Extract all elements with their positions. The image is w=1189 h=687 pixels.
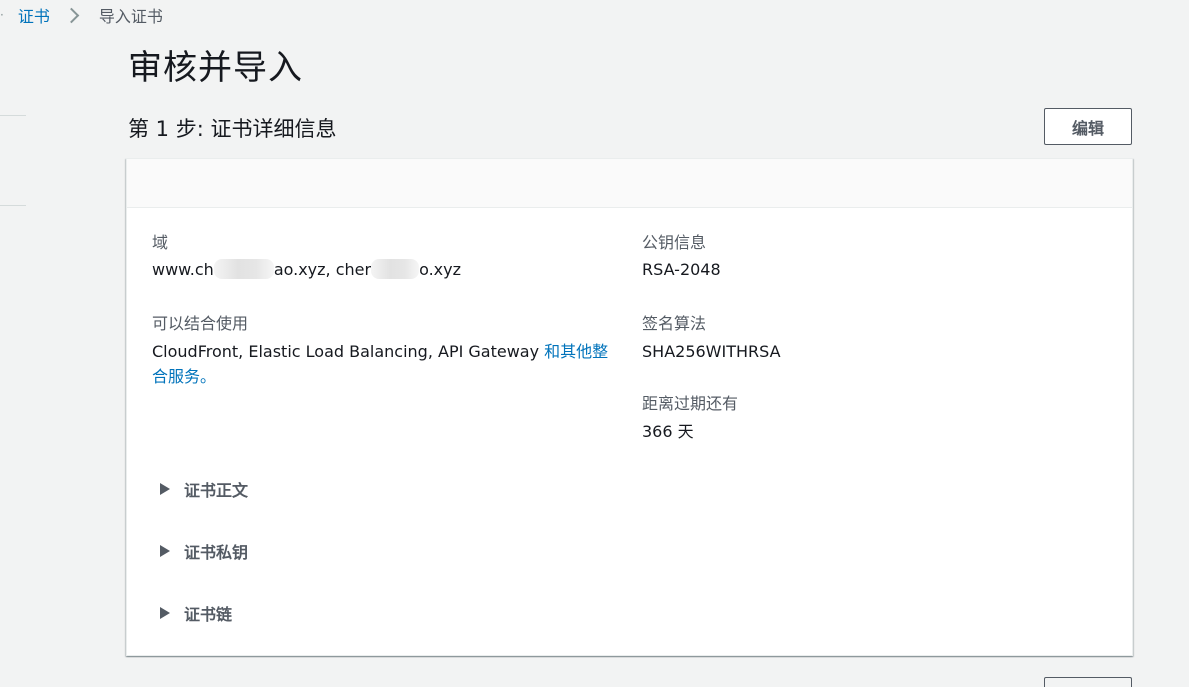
redacted-blur (213, 259, 274, 279)
next-section-edit-button[interactable] (1044, 677, 1132, 687)
public-key-label: 公钥信息 (642, 233, 707, 252)
domain-value-part: ao.xyz, cher (273, 260, 372, 279)
breadcrumb-current: 导入证书 (98, 7, 163, 26)
step-title: 第 1 步: 证书详细信息 (128, 117, 337, 141)
expander-certificate-private-key[interactable]: 证书私钥 (160, 539, 248, 563)
expiry-label: 距离过期还有 (642, 394, 739, 413)
domain-value-part: www.ch (152, 260, 214, 279)
redacted-blur (371, 259, 420, 279)
signature-algorithm-label: 签名算法 (642, 314, 707, 333)
caret-right-icon (160, 483, 170, 495)
breadcrumb-leading-separator: · (0, 8, 4, 22)
expander-label: 证书链 (184, 605, 233, 624)
domain-value: www.ch ao.xyz, cher o.xyz (152, 257, 461, 282)
page-title: 审核并导入 (128, 48, 303, 88)
caret-right-icon (160, 607, 170, 619)
breadcrumb: · 证书 导入证书 (0, 4, 163, 26)
card-header (127, 159, 1132, 208)
breadcrumb-link-certificates[interactable]: 证书 (18, 3, 50, 27)
domain-value-part: o.xyz (419, 260, 462, 279)
usage-label: 可以结合使用 (152, 314, 249, 333)
expander-certificate-chain[interactable]: 证书链 (160, 601, 232, 625)
expiry-value: 366 天 (642, 422, 694, 441)
edit-button[interactable]: 编辑 (1044, 108, 1132, 145)
sidebar-divider (0, 115, 26, 116)
expander-label: 证书正文 (184, 481, 249, 500)
expander-certificate-body[interactable]: 证书正文 (160, 477, 248, 501)
signature-algorithm-value: SHA256WITHRSA (642, 342, 781, 361)
chevron-right-icon (63, 7, 80, 23)
public-key-value: RSA-2048 (642, 260, 721, 279)
usage-value: CloudFront, Elastic Load Balancing, API … (152, 339, 622, 389)
usage-services: CloudFront, Elastic Load Balancing, API … (152, 342, 545, 361)
sidebar-divider (0, 205, 26, 206)
caret-right-icon (160, 545, 170, 557)
domain-label: 域 (152, 233, 169, 252)
certificate-details-card: 域 www.ch ao.xyz, cher o.xyz 可以结合使用 CloudFr… (126, 158, 1133, 656)
expander-label: 证书私钥 (184, 543, 249, 562)
